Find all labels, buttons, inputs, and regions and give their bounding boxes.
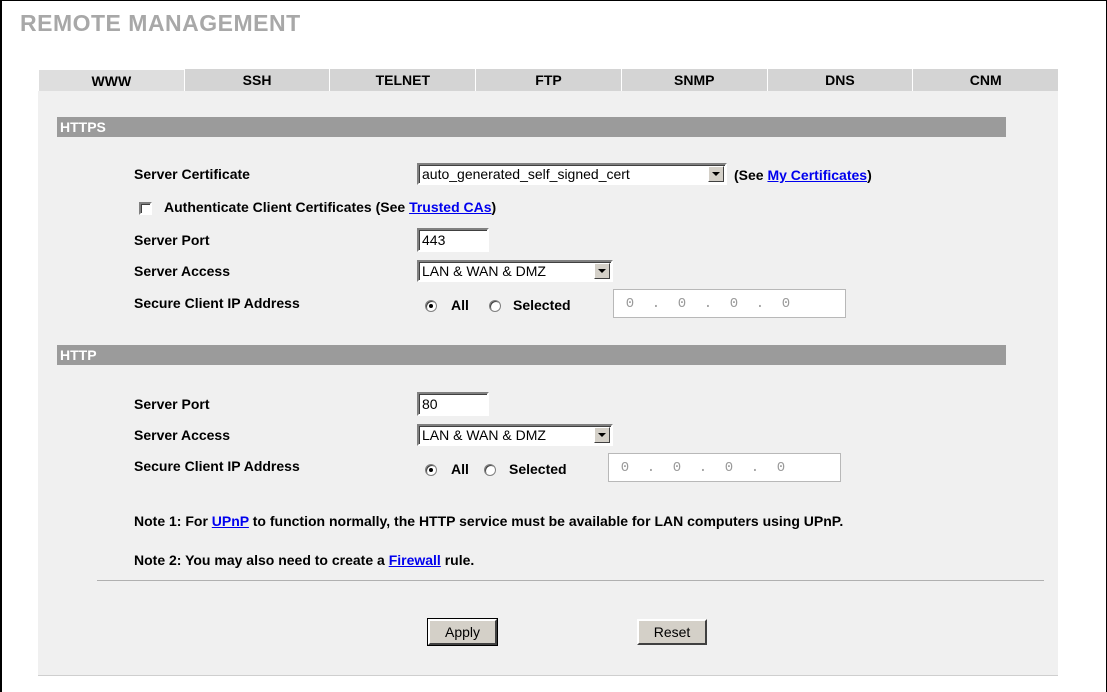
https-server-access-select[interactable]: LAN & WAN & DMZ xyxy=(417,260,613,282)
note1-prefix: Note 1: For xyxy=(134,513,212,529)
note2-prefix: Note 2: You may also need to create a xyxy=(134,552,389,568)
authenticate-client-suffix: ) xyxy=(491,199,497,215)
server-certificate-select[interactable]: auto_generated_self_signed_cert xyxy=(417,163,727,185)
note2-suffix: rule. xyxy=(440,552,475,568)
window-frame-left xyxy=(0,0,2,692)
http-radio-selected-label: Selected xyxy=(509,461,567,477)
ip-octet-2: 0 xyxy=(677,295,687,312)
http-server-access-label: Server Access xyxy=(134,427,231,443)
authenticate-client-text: Authenticate Client Certificates (See xyxy=(164,199,410,215)
tab-www[interactable]: WWW xyxy=(38,69,185,91)
ip-octet-1: 0 xyxy=(625,295,635,312)
see-suffix: ) xyxy=(867,167,872,183)
ip-octet-3: 0 xyxy=(724,459,734,476)
trusted-cas-link[interactable]: Trusted CAs xyxy=(409,199,491,215)
chevron-down-icon xyxy=(708,166,724,182)
http-server-port-label: Server Port xyxy=(134,396,210,412)
https-section-header: HTTPS xyxy=(57,117,1006,137)
ip-separator: . xyxy=(750,459,760,476)
tab-bar: WWW SSH TELNET FTP SNMP DNS CNM xyxy=(38,69,1059,92)
tab-cnm[interactable]: CNM xyxy=(913,69,1059,91)
https-secure-ip-label: Secure Client IP Address xyxy=(134,295,300,311)
ip-octet-4: 0 xyxy=(776,459,786,476)
http-server-access-value: LAN & WAN & DMZ xyxy=(422,427,546,443)
https-radio-selected[interactable] xyxy=(489,300,501,312)
divider xyxy=(97,580,1044,581)
http-radio-all-label: All xyxy=(451,461,469,477)
chevron-down-icon xyxy=(594,427,610,443)
note-upnp: Note 1: For UPnP to function normally, t… xyxy=(134,512,1014,531)
http-secure-ip-label: Secure Client IP Address xyxy=(134,458,300,474)
http-server-access-select[interactable]: LAN & WAN & DMZ xyxy=(417,424,613,446)
ip-separator: . xyxy=(646,459,656,476)
https-ip-address-input[interactable]: 0. 0. 0. 0 xyxy=(613,289,846,318)
tab-ssh[interactable]: SSH xyxy=(184,69,331,91)
https-server-access-value: LAN & WAN & DMZ xyxy=(422,263,546,279)
https-server-access-label: Server Access xyxy=(134,263,231,279)
authenticate-client-checkbox[interactable] xyxy=(139,202,152,215)
https-server-port-label: Server Port xyxy=(134,232,210,248)
firewall-link[interactable]: Firewall xyxy=(389,552,441,568)
ip-separator: . xyxy=(703,295,713,312)
tab-ftp[interactable]: FTP xyxy=(476,69,622,91)
ip-octet-3: 0 xyxy=(729,295,739,312)
note-firewall: Note 2: You may also need to create a Fi… xyxy=(134,551,1014,570)
https-radio-selected-label: Selected xyxy=(513,297,571,313)
see-my-certificates: (See My Certificates) xyxy=(734,167,872,183)
tab-snmp[interactable]: SNMP xyxy=(621,69,768,91)
ip-octet-1: 0 xyxy=(620,459,630,476)
ip-separator: . xyxy=(755,295,765,312)
note1-suffix: to function normally, the HTTP service m… xyxy=(248,513,844,529)
apply-button[interactable]: Apply xyxy=(427,618,498,646)
tab-dns[interactable]: DNS xyxy=(767,69,914,91)
https-radio-all-label: All xyxy=(451,297,469,313)
page-title: REMOTE MANAGEMENT xyxy=(20,10,301,36)
server-certificate-value: auto_generated_self_signed_cert xyxy=(422,166,630,182)
my-certificates-link[interactable]: My Certificates xyxy=(767,167,867,183)
ip-separator: . xyxy=(698,459,708,476)
https-radio-all[interactable] xyxy=(425,300,437,312)
upnp-link[interactable]: UPnP xyxy=(212,513,249,529)
ip-octet-2: 0 xyxy=(672,459,682,476)
http-radio-all[interactable] xyxy=(425,464,437,476)
http-section-header: HTTP xyxy=(57,345,1006,365)
chevron-down-icon xyxy=(594,263,610,279)
tab-telnet[interactable]: TELNET xyxy=(330,69,477,91)
http-server-port-input[interactable]: 80 xyxy=(417,392,489,416)
see-prefix: (See xyxy=(734,167,768,183)
reset-button[interactable]: Reset xyxy=(637,619,707,645)
window-frame-top xyxy=(0,0,1106,1)
ip-separator: . xyxy=(651,295,661,312)
http-ip-address-input[interactable]: 0. 0. 0. 0 xyxy=(608,453,841,482)
http-radio-selected[interactable] xyxy=(484,464,496,476)
https-server-port-input[interactable]: 443 xyxy=(417,228,489,252)
authenticate-client-label: Authenticate Client Certificates (See Tr… xyxy=(164,199,496,215)
ip-octet-4: 0 xyxy=(781,295,791,312)
https-server-certificate-label: Server Certificate xyxy=(134,166,250,182)
